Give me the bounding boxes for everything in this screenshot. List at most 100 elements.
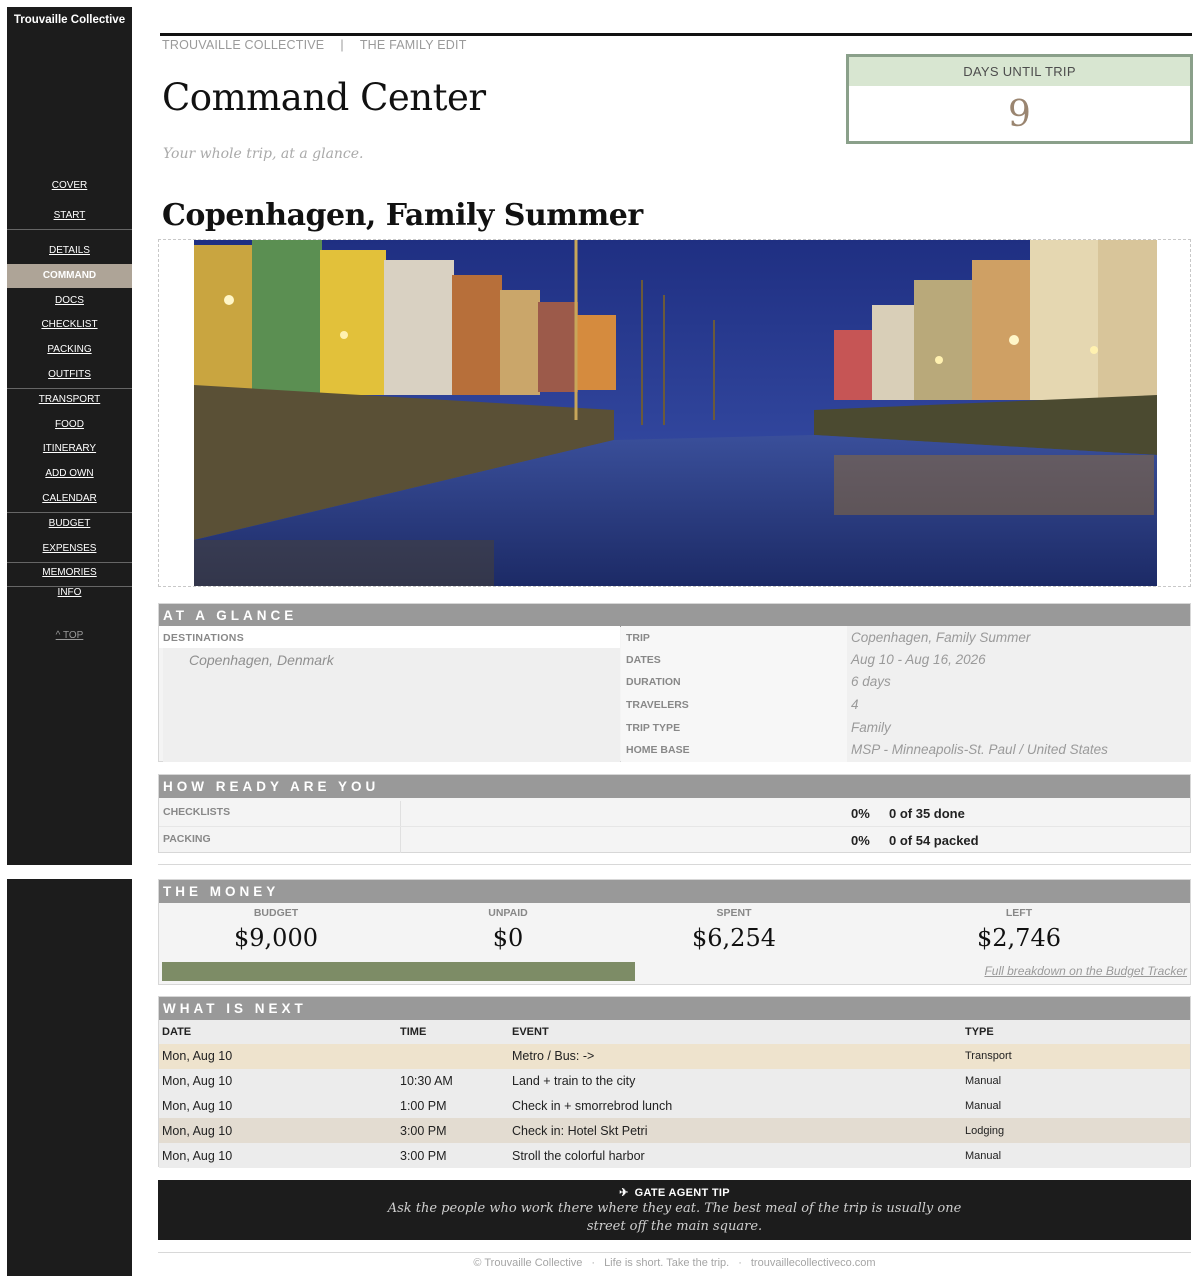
header-rule xyxy=(160,33,1192,36)
nav-divider xyxy=(7,229,132,230)
readiness-section: HOW READY ARE YOU CHECKLISTS 0% 0 of 35 … xyxy=(158,774,1191,853)
tip-heading: ✈ GATE AGENT TIP xyxy=(158,1180,1191,1199)
nav-calendar[interactable]: CALENDAR xyxy=(7,490,132,508)
nav-divider xyxy=(7,512,132,513)
field-key: TRIP TYPE xyxy=(626,722,681,734)
row-time: 1:00 PM xyxy=(397,1093,509,1119)
budget-value: $9,000 xyxy=(234,924,318,952)
column-header-date: DATE xyxy=(162,1026,192,1038)
unpaid-label: UNPAID xyxy=(488,907,528,919)
field-key: TRAVELERS xyxy=(626,699,689,711)
footer-site-link[interactable]: trouvaillecollectiveco.com xyxy=(751,1257,876,1269)
table-header-row: DATE TIME EVENT TYPE xyxy=(159,1020,1190,1044)
table-row[interactable]: Mon, Aug 10 Metro / Bus: -> Transport xyxy=(159,1044,1190,1069)
row-type: Lodging xyxy=(962,1118,1190,1144)
footer-separator: · xyxy=(738,1257,742,1269)
spent-value: $6,254 xyxy=(692,924,776,952)
nav-start[interactable]: START xyxy=(7,207,132,225)
nav-expenses[interactable]: EXPENSES xyxy=(7,540,132,558)
footer-separator: · xyxy=(591,1257,596,1269)
hero-harbor-photo xyxy=(194,240,1157,586)
nav-outfits[interactable]: OUTFITS xyxy=(7,366,132,384)
nav-memories[interactable]: MEMORIES xyxy=(7,564,132,582)
column-divider xyxy=(400,801,401,853)
nav-transport[interactable]: TRANSPORT xyxy=(7,391,132,409)
spent-label: SPENT xyxy=(716,907,752,919)
nav-divider xyxy=(7,388,132,389)
section-rule xyxy=(158,864,1191,865)
page-subtitle: Your whole trip, at a glance. xyxy=(163,146,364,162)
sidebar: Trouvaille Collective COVER START DETAIL… xyxy=(7,7,132,865)
budget-tracker-link[interactable]: Full breakdown on the Budget Tracker xyxy=(984,964,1187,978)
spent-progress-bar xyxy=(162,962,635,981)
countdown-label: DAYS UNTIL TRIP xyxy=(849,57,1190,86)
row-event: Metro / Bus: -> xyxy=(509,1044,962,1069)
row-time xyxy=(397,1044,509,1069)
unpaid-value: $0 xyxy=(492,924,524,952)
destination-value: Copenhagen, Denmark xyxy=(189,652,334,668)
breadcrumb-brand[interactable]: TROUVAILLE COLLECTIVE xyxy=(162,38,324,52)
row-time: 10:30 AM xyxy=(397,1068,509,1094)
column-header-event: EVENT xyxy=(512,1026,549,1038)
airplane-icon: ✈ xyxy=(619,1187,629,1199)
field-key-column xyxy=(621,626,847,762)
breadcrumb: TROUVAILLE COLLECTIVE | THE FAMILY EDIT xyxy=(162,38,467,52)
packing-count: 0 of 54 packed xyxy=(889,833,979,848)
row-type: Manual xyxy=(962,1068,1190,1094)
countdown-value: 9 xyxy=(1008,94,1031,135)
field-key: DURATION xyxy=(626,676,681,688)
at-a-glance-section: AT A GLANCE DESTINATIONS Copenhagen, Den… xyxy=(158,603,1191,762)
what-is-next-section: WHAT IS NEXT DATE TIME EVENT TYPE Mon, A… xyxy=(158,996,1191,1168)
field-key: TRIP xyxy=(626,632,650,644)
gate-agent-tip: ✈ GATE AGENT TIP Ask the people who work … xyxy=(158,1180,1191,1240)
budget-label: BUDGET xyxy=(253,907,299,919)
section-heading: HOW READY ARE YOU xyxy=(159,775,1190,798)
left-label: LEFT xyxy=(1005,907,1033,919)
field-key: HOME BASE xyxy=(626,744,690,756)
row-date: Mon, Aug 10 xyxy=(159,1068,397,1094)
table-row[interactable]: Mon, Aug 10 1:00 PM Check in + smorrebro… xyxy=(159,1093,1190,1119)
nav-checklist[interactable]: CHECKLIST xyxy=(7,316,132,334)
checklists-count: 0 of 35 done xyxy=(889,806,965,821)
row-event: Check in + smorrebrod lunch xyxy=(509,1093,962,1119)
footer: © Trouvaille Collective · Life is short. T… xyxy=(158,1257,1191,1269)
nav-add-own[interactable]: ADD OWN xyxy=(7,465,132,483)
nav-budget[interactable]: BUDGET xyxy=(7,515,132,533)
back-to-top-link[interactable]: ^ TOP xyxy=(7,627,132,645)
footer-copyright: © Trouvaille Collective xyxy=(473,1257,583,1269)
field-value: MSP - Minneapolis-St. Paul / United Stat… xyxy=(851,742,1108,757)
sidebar-lower-panel xyxy=(7,879,132,1276)
nav-packing[interactable]: PACKING xyxy=(7,341,132,359)
column-header-time: TIME xyxy=(400,1026,427,1038)
left-value: $2,746 xyxy=(977,924,1061,952)
page-title: Command Center xyxy=(162,76,486,119)
footer-tagline: Life is short. Take the trip. xyxy=(604,1257,730,1269)
nav-cover[interactable]: COVER xyxy=(7,177,132,195)
table-row[interactable]: Mon, Aug 10 10:30 AM Land + train to the… xyxy=(159,1068,1190,1094)
row-divider xyxy=(159,826,1190,827)
hero-image-frame xyxy=(158,239,1191,587)
nav-food[interactable]: FOOD xyxy=(7,416,132,434)
row-type: Manual xyxy=(962,1143,1190,1168)
tip-text: Ask the people who work there where they… xyxy=(387,1201,962,1234)
field-value: Aug 10 - Aug 16, 2026 xyxy=(851,652,986,667)
section-heading: WHAT IS NEXT xyxy=(159,997,1190,1020)
row-date: Mon, Aug 10 xyxy=(159,1093,397,1119)
field-key: DATES xyxy=(626,654,661,666)
nav-itinerary[interactable]: ITINERARY xyxy=(7,440,132,458)
field-value: 6 days xyxy=(851,674,891,689)
packing-percent: 0% xyxy=(851,833,870,848)
table-row[interactable]: Mon, Aug 10 3:00 PM Check in: Hotel Skt … xyxy=(159,1118,1190,1144)
breadcrumb-section[interactable]: THE FAMILY EDIT xyxy=(360,38,467,52)
checklists-label: CHECKLISTS xyxy=(163,806,231,818)
nav-docs[interactable]: DOCS xyxy=(7,292,132,310)
nav-details[interactable]: DETAILS xyxy=(7,242,132,260)
packing-label: PACKING xyxy=(163,833,211,845)
nav-command[interactable]: COMMAND xyxy=(7,264,132,288)
field-value: Family xyxy=(851,720,891,735)
table-row[interactable]: Mon, Aug 10 3:00 PM Stroll the colorful … xyxy=(159,1143,1190,1168)
nav-info[interactable]: INFO xyxy=(7,584,132,602)
row-type: Transport xyxy=(962,1044,1190,1069)
money-section: THE MONEY BUDGET $9,000 UNPAID $0 SPENT … xyxy=(158,879,1191,985)
destinations-label: DESTINATIONS xyxy=(163,632,244,644)
